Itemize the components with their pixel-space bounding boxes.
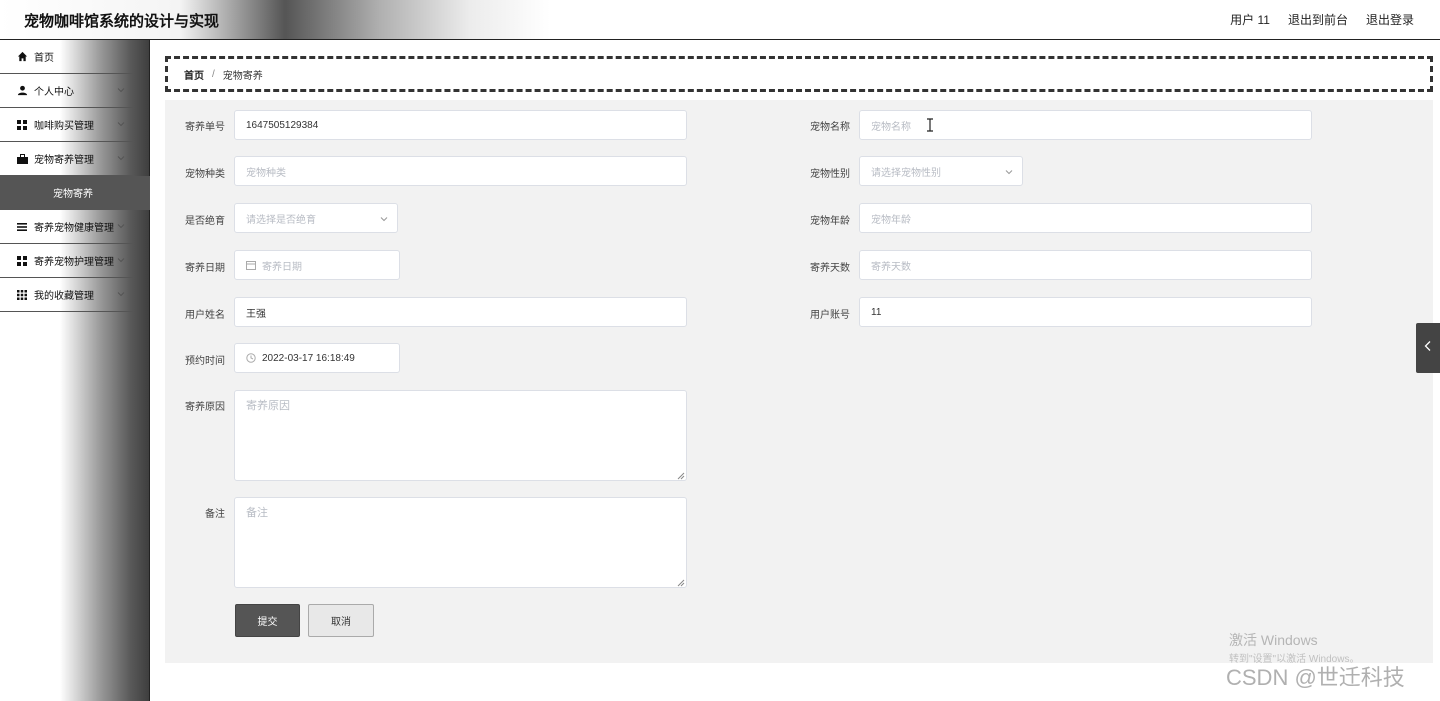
csdn-watermark: CSDN @世迁科技 — [1226, 665, 1405, 690]
pet-age-label: 宠物年龄 — [810, 216, 850, 227]
foster-reason-textarea[interactable]: 寄养原因 — [234, 390, 687, 481]
top-header: 宠物咖啡馆系统的设计与实现 用户 11 退出到前台 退出登录 — [0, 0, 1440, 40]
chevron-left-icon — [1423, 339, 1433, 357]
pet-gender-select[interactable]: 请选择宠物性别 — [859, 156, 1023, 186]
calendar-icon — [246, 260, 256, 270]
header-actions: 用户 11 退出到前台 退出登录 — [1230, 11, 1414, 28]
sidebar-item-home[interactable]: 首页 — [0, 40, 134, 74]
breadcrumb: 首页 / 宠物寄养 — [165, 56, 1433, 92]
clock-icon — [246, 353, 256, 363]
reserve-time-value: 2022-03-17 16:18:49 — [262, 352, 355, 364]
sidebar-item-pet-foster-manage[interactable]: 宠物寄养管理 — [0, 142, 134, 176]
sidebar-item-label: 寄养宠物护理管理 — [34, 257, 114, 268]
sidebar-item-label: 首页 — [34, 53, 54, 64]
briefcase-icon — [16, 153, 28, 165]
foster-reason-placeholder: 寄养原因 — [246, 400, 290, 412]
breadcrumb-home[interactable]: 首页 — [184, 67, 204, 82]
user-name-field[interactable]: 王强 — [234, 297, 687, 327]
foster-days-label: 寄养天数 — [810, 263, 850, 274]
resize-grip-icon[interactable] — [677, 471, 685, 480]
current-user-label[interactable]: 用户 11 — [1230, 11, 1270, 28]
chevron-down-icon — [116, 119, 126, 129]
order-no-field[interactable]: 1647505129384 — [234, 110, 687, 140]
sidebar-item-label: 个人中心 — [34, 87, 74, 98]
foster-date-label: 寄养日期 — [185, 263, 225, 274]
side-panel-toggle[interactable] — [1416, 323, 1440, 373]
app-title: 宠物咖啡馆系统的设计与实现 — [24, 13, 220, 30]
pet-gender-label: 宠物性别 — [810, 169, 850, 180]
apps-icon — [16, 289, 28, 301]
foster-reason-label: 寄养原因 — [185, 402, 225, 413]
sidebar-item-label: 宠物寄养管理 — [34, 155, 94, 166]
pet-species-label: 宠物种类 — [185, 169, 225, 180]
grid-icon — [16, 255, 28, 267]
chevron-down-icon — [116, 153, 126, 163]
sidebar-item-coffee-purchase[interactable]: 咖啡购买管理 — [0, 108, 134, 142]
reserve-time-picker[interactable]: 2022-03-17 16:18:49 — [234, 343, 400, 373]
pet-name-label: 宠物名称 — [810, 122, 850, 133]
user-name-label: 用户姓名 — [185, 310, 225, 321]
pet-species-field[interactable]: 宠物种类 — [234, 156, 687, 186]
foster-form-panel: 寄养单号 1647505129384 宠物名称 宠物名称 宠物种类 宠物种类 宠… — [165, 100, 1433, 663]
breadcrumb-current: 宠物寄养 — [222, 70, 263, 82]
remark-placeholder: 备注 — [246, 507, 268, 519]
remark-textarea[interactable]: 备注 — [234, 497, 687, 588]
sidebar-item-profile[interactable]: 个人中心 — [0, 74, 134, 108]
user-account-label: 用户账号 — [810, 310, 850, 321]
sidebar-item-label: 寄养宠物健康管理 — [34, 223, 114, 234]
chevron-down-icon — [116, 255, 126, 265]
foster-days-field[interactable]: 寄养天数 — [859, 250, 1312, 280]
submit-button[interactable]: 提交 — [235, 604, 300, 637]
sterilized-placeholder: 请选择是否绝育 — [246, 214, 316, 226]
chevron-down-icon — [116, 221, 126, 231]
sidebar: 首页 个人中心 咖啡购买管理 宠物寄养管理 宠物寄养 寄养宠物健康管理 寄养宠物… — [0, 40, 150, 701]
home-icon — [16, 51, 28, 63]
sidebar-item-favorites-manage[interactable]: 我的收藏管理 — [0, 278, 134, 312]
pet-age-field[interactable]: 宠物年龄 — [859, 203, 1312, 233]
sidebar-item-health-manage[interactable]: 寄养宠物健康管理 — [0, 210, 134, 244]
sterilized-select[interactable]: 请选择是否绝育 — [234, 203, 398, 233]
chevron-down-icon — [116, 289, 126, 299]
text-cursor-icon — [926, 118, 934, 132]
list-icon — [16, 221, 28, 233]
sidebar-item-label: 我的收藏管理 — [34, 291, 94, 302]
chevron-down-icon — [116, 85, 126, 95]
remark-label: 备注 — [205, 509, 225, 520]
resize-grip-icon[interactable] — [677, 578, 685, 587]
user-icon — [16, 85, 28, 97]
breadcrumb-separator: / — [212, 68, 215, 80]
sterilized-label: 是否绝育 — [185, 216, 225, 227]
reserve-time-label: 预约时间 — [185, 356, 225, 367]
cancel-button[interactable]: 取消 — [308, 604, 374, 637]
foster-date-placeholder: 寄养日期 — [262, 261, 302, 273]
sidebar-subitem-pet-foster[interactable]: 宠物寄养 — [0, 176, 150, 210]
windows-activation-watermark: 激活 Windows — [1229, 632, 1318, 648]
user-account-field[interactable]: 11 — [859, 297, 1312, 327]
chevron-down-icon — [379, 214, 389, 224]
sidebar-item-care-manage[interactable]: 寄养宠物护理管理 — [0, 244, 134, 278]
foster-date-picker[interactable]: 寄养日期 — [234, 250, 400, 280]
logout-link[interactable]: 退出登录 — [1366, 11, 1414, 28]
back-to-front-link[interactable]: 退出到前台 — [1288, 11, 1348, 28]
sidebar-item-label: 咖啡购买管理 — [34, 121, 94, 132]
grid-icon — [16, 119, 28, 131]
sidebar-menu: 首页 个人中心 咖啡购买管理 宠物寄养管理 宠物寄养 寄养宠物健康管理 寄养宠物… — [0, 40, 150, 312]
pet-gender-placeholder: 请选择宠物性别 — [871, 167, 941, 179]
order-no-label: 寄养单号 — [185, 122, 225, 133]
chevron-down-icon — [1004, 167, 1014, 177]
